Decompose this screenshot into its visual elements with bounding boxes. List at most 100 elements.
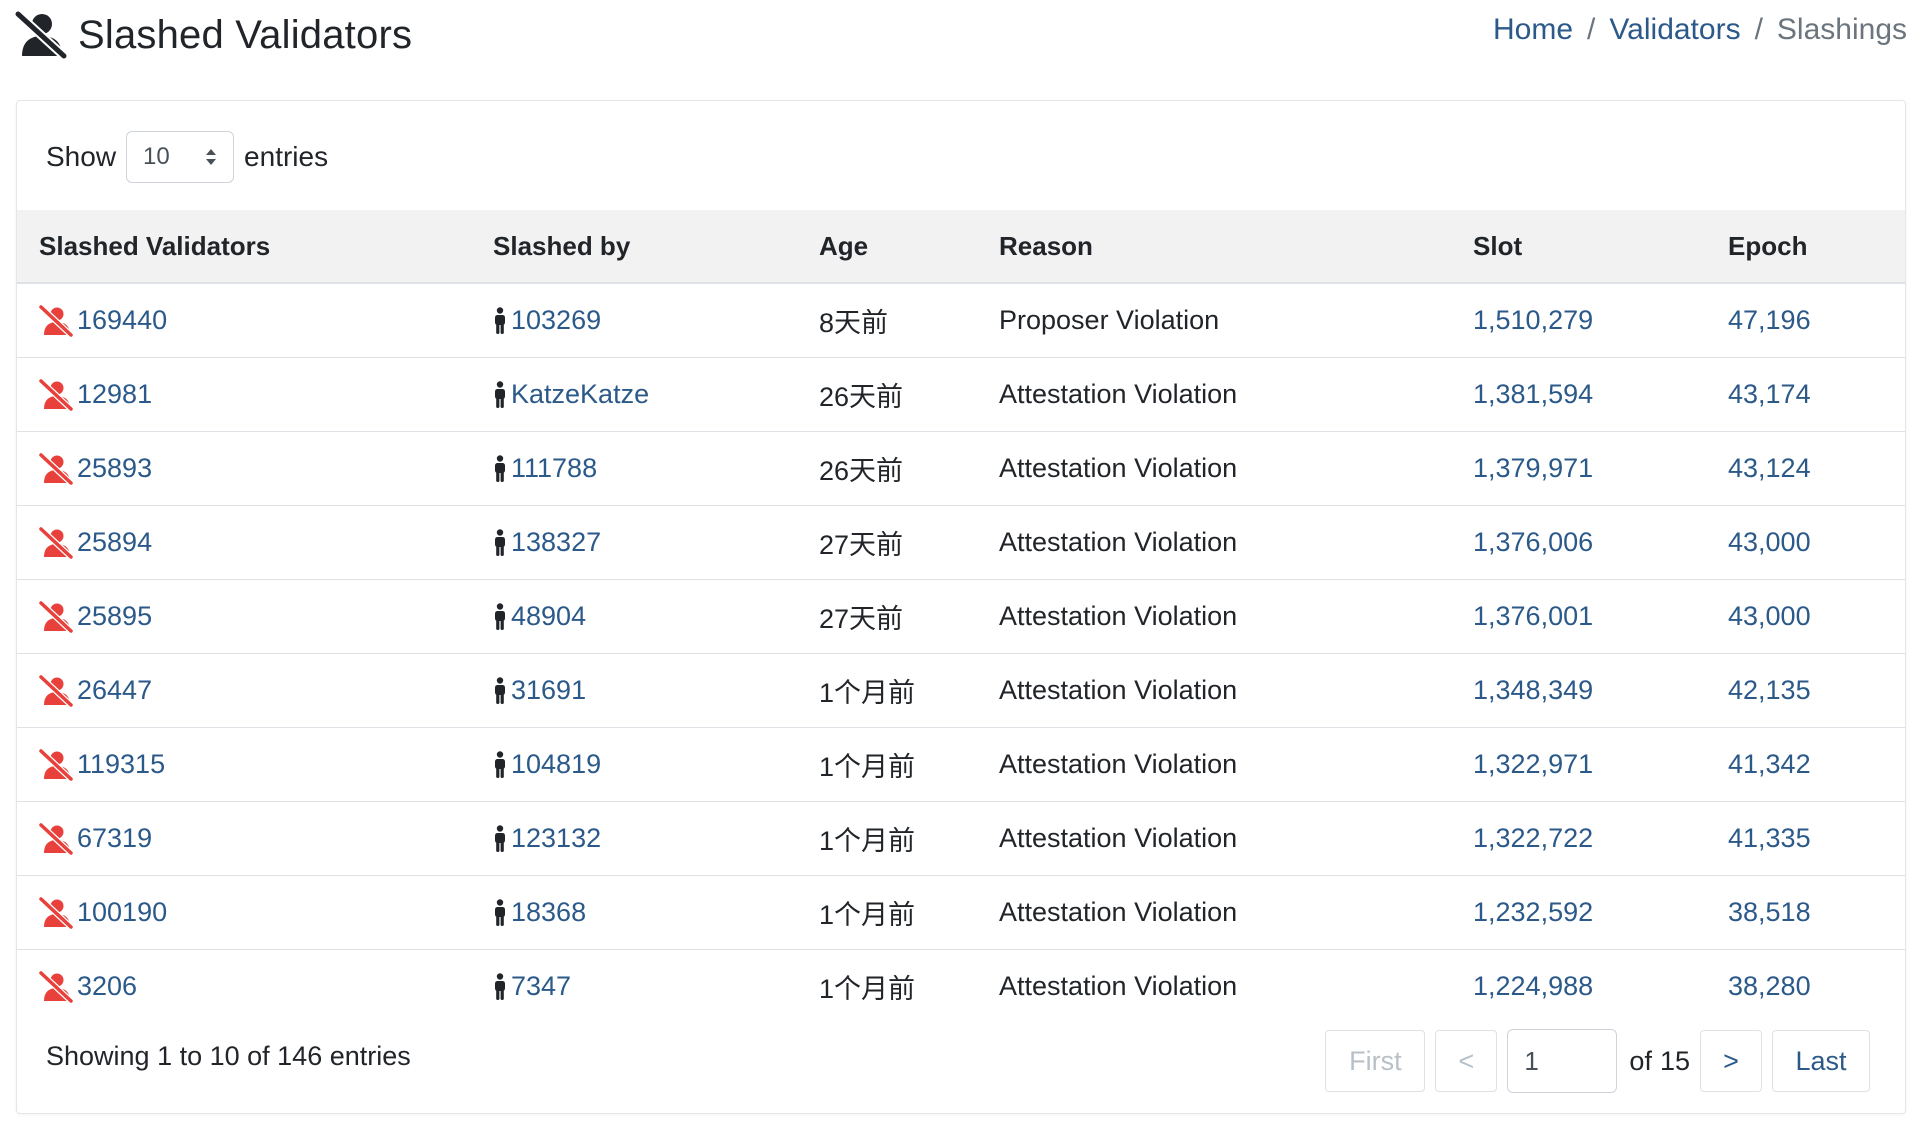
epoch-link[interactable]: 38,518	[1728, 897, 1811, 928]
breadcrumb-separator: /	[1587, 13, 1596, 46]
male-person-icon	[495, 676, 505, 704]
epoch-link[interactable]: 43,174	[1728, 379, 1811, 410]
slashed-validator-link[interactable]: 25893	[77, 453, 152, 484]
male-person-icon	[495, 454, 505, 482]
age-cell: 1个月前	[819, 974, 916, 1004]
table-row: 100190 18368 1个月前 Attestation Violation 1,23…	[17, 876, 1905, 950]
epoch-link[interactable]: 43,000	[1728, 527, 1811, 558]
epoch-link[interactable]: 38,280	[1728, 971, 1811, 1002]
title-wrap: Slashed Validators	[14, 6, 412, 64]
slashed-by-link[interactable]: 31691	[511, 675, 586, 706]
epoch-link[interactable]: 41,342	[1728, 749, 1811, 780]
breadcrumb-slashings: Slashings	[1776, 13, 1907, 46]
male-person-icon	[495, 528, 505, 556]
column-header-reason[interactable]: Reason	[999, 231, 1093, 262]
reason-cell: Proposer Violation	[999, 305, 1220, 335]
slashed-validator-cell: 25894	[39, 526, 152, 559]
slashed-by-cell: 7347	[493, 971, 571, 1002]
entries-per-page-select[interactable]: 10	[126, 131, 235, 183]
column-header-slashed-by[interactable]: Slashed by	[493, 231, 630, 262]
table-row: 26447 31691 1个月前 Attestation Violation 1,348…	[17, 654, 1905, 728]
epoch-link[interactable]: 43,000	[1728, 601, 1811, 632]
age-cell: 8天前	[819, 308, 889, 338]
reason-cell: Attestation Violation	[999, 527, 1238, 557]
table-row: 12981 KatzeKatze 26天前 Attestation Violation…	[17, 358, 1905, 432]
entries-per-page-value: 10	[143, 143, 170, 170]
slashed-by-link[interactable]: 48904	[511, 601, 586, 632]
slot-link[interactable]: 1,379,971	[1473, 453, 1593, 484]
reason-cell: Attestation Violation	[999, 601, 1238, 631]
epoch-link[interactable]: 43,124	[1728, 453, 1811, 484]
slashed-by-link[interactable]: 103269	[511, 305, 601, 336]
breadcrumb-separator: /	[1754, 13, 1763, 46]
slashed-by-cell: 123132	[493, 823, 601, 854]
slashed-validator-icon	[39, 896, 73, 929]
slashed-validator-link[interactable]: 25894	[77, 527, 152, 558]
age-cell: 27天前	[819, 604, 904, 634]
slashed-validator-link[interactable]: 12981	[77, 379, 152, 410]
slashed-by-link[interactable]: KatzeKatze	[511, 379, 649, 410]
breadcrumb-home[interactable]: Home	[1493, 13, 1573, 47]
slashed-by-link[interactable]: 138327	[511, 527, 601, 558]
epoch-link[interactable]: 42,135	[1728, 675, 1811, 706]
slashed-by-link[interactable]: 111788	[511, 453, 597, 484]
entries-length-control: Show 10 entries	[46, 131, 328, 183]
slashed-validator-link[interactable]: 26447	[77, 675, 152, 706]
page-number-input[interactable]: 1	[1507, 1029, 1618, 1093]
slashed-validator-link[interactable]: 100190	[77, 897, 167, 928]
column-header-slashed-validators[interactable]: Slashed Validators	[39, 231, 270, 262]
slot-link[interactable]: 1,348,349	[1473, 675, 1593, 706]
next-page-button[interactable]: >	[1700, 1030, 1762, 1092]
slashed-by-link[interactable]: 18368	[511, 897, 586, 928]
column-header-slot[interactable]: Slot	[1473, 231, 1522, 262]
slashed-validator-icon	[39, 526, 73, 559]
breadcrumb-validators[interactable]: Validators	[1609, 13, 1740, 47]
column-header-age[interactable]: Age	[819, 231, 868, 262]
slashed-by-link[interactable]: 104819	[511, 749, 601, 780]
slashed-validator-cell: 12981	[39, 378, 152, 411]
age-cell: 26天前	[819, 456, 904, 486]
slashed-validator-cell: 67319	[39, 822, 152, 855]
previous-page-button[interactable]: <	[1435, 1030, 1498, 1092]
of-label: of	[1629, 1045, 1652, 1076]
slot-link[interactable]: 1,224,988	[1473, 971, 1593, 1002]
reason-cell: Attestation Violation	[999, 897, 1238, 927]
column-header-epoch[interactable]: Epoch	[1728, 231, 1807, 262]
first-page-button[interactable]: First	[1325, 1030, 1426, 1092]
table-row: 25895 48904 27天前 Attestation Violation 1,376…	[17, 580, 1905, 654]
slot-link[interactable]: 1,232,592	[1473, 897, 1593, 928]
user-slash-icon	[14, 10, 68, 60]
sort-caret-icon	[206, 149, 217, 165]
slot-link[interactable]: 1,322,971	[1473, 749, 1593, 780]
table-body: 169440 103269 8天前 Proposer Violation 1,510,2…	[17, 284, 1905, 1023]
reason-cell: Attestation Violation	[999, 823, 1238, 853]
slot-link[interactable]: 1,322,722	[1473, 823, 1593, 854]
male-person-icon	[495, 380, 505, 408]
slashed-validator-icon	[39, 748, 73, 781]
slashed-validator-icon	[39, 378, 73, 411]
last-page-button[interactable]: Last	[1772, 1030, 1870, 1092]
table-row: 3206 7347 1个月前 Attestation Violation 1,224,9…	[17, 950, 1905, 1023]
slot-link[interactable]: 1,376,001	[1473, 601, 1593, 632]
slot-link[interactable]: 1,381,594	[1473, 379, 1593, 410]
slashed-validator-link[interactable]: 25895	[77, 601, 152, 632]
slashed-by-cell: 104819	[493, 749, 601, 780]
slashed-by-cell: 111788	[493, 453, 597, 484]
slashed-validator-link[interactable]: 169440	[77, 305, 167, 336]
slashed-validator-link[interactable]: 3206	[77, 971, 137, 1002]
slashed-validator-icon	[39, 600, 73, 633]
slashed-validator-link[interactable]: 119315	[77, 749, 165, 780]
epoch-link[interactable]: 41,335	[1728, 823, 1811, 854]
table-row: 25893 111788 26天前 Attestation Violation 1,37…	[17, 432, 1905, 506]
epoch-link[interactable]: 47,196	[1728, 305, 1811, 336]
male-person-icon	[495, 306, 505, 334]
slot-link[interactable]: 1,510,279	[1473, 305, 1593, 336]
slot-link[interactable]: 1,376,006	[1473, 527, 1593, 558]
slashed-validator-link[interactable]: 67319	[77, 823, 152, 854]
slashed-by-link[interactable]: 123132	[511, 823, 601, 854]
male-person-icon	[495, 824, 505, 852]
table-row: 25894 138327 27天前 Attestation Violation 1,37…	[17, 506, 1905, 580]
slashed-by-link[interactable]: 7347	[511, 971, 571, 1002]
slashed-validator-icon	[39, 970, 73, 1003]
slashed-by-cell: 48904	[493, 601, 586, 632]
